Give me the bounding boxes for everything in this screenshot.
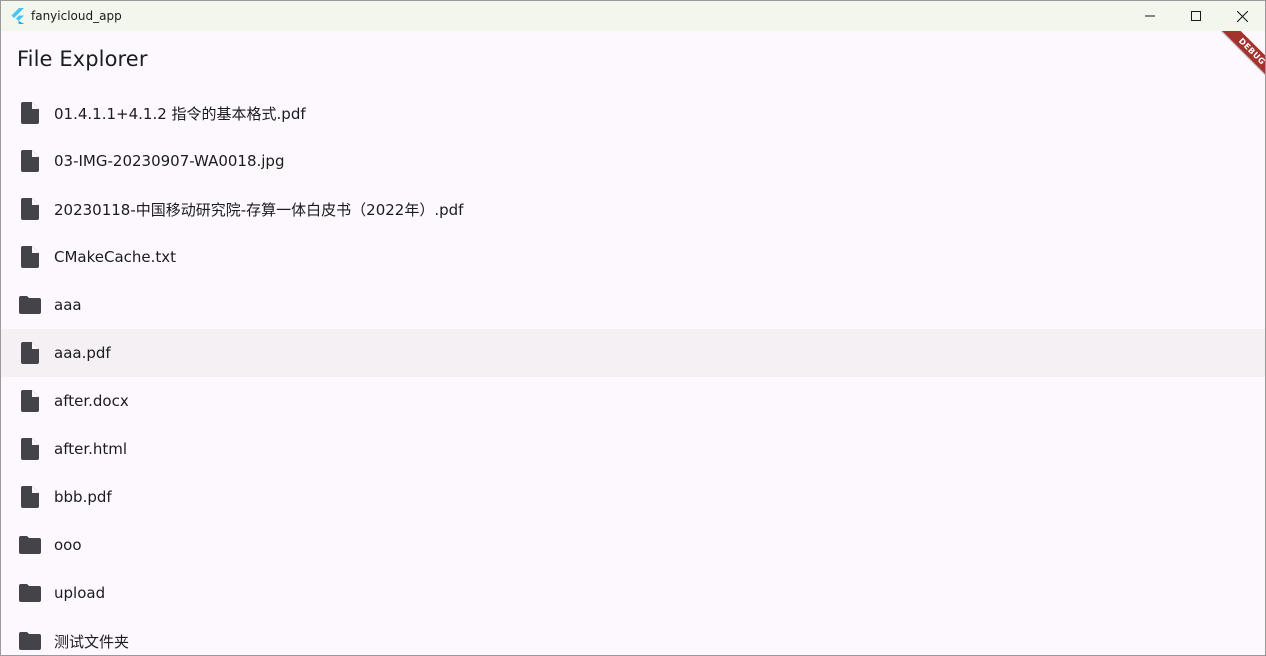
file-icon-glyph [21, 438, 39, 460]
file-icon [19, 102, 41, 124]
file-list: 01.4.1.1+4.1.2 指令的基本格式.pdf 03-IMG-2023090… [1, 89, 1265, 655]
file-list-item[interactable]: CMakeCache.txt [1, 233, 1265, 281]
folder-icon-glyph [19, 632, 41, 650]
window-controls [1127, 1, 1265, 31]
file-icon-glyph [21, 102, 39, 124]
minimize-icon [1145, 15, 1155, 17]
file-list-item[interactable]: 03-IMG-20230907-WA0018.jpg [1, 137, 1265, 185]
item-name: aaa [54, 296, 82, 314]
file-icon [19, 390, 41, 412]
file-list-item[interactable]: bbb.pdf [1, 473, 1265, 521]
folder-list-item[interactable]: upload [1, 569, 1265, 617]
file-list-item[interactable]: 01.4.1.1+4.1.2 指令的基本格式.pdf [1, 89, 1265, 137]
file-icon [19, 342, 41, 364]
debug-banner: DEBUG [1207, 31, 1265, 89]
file-icon [19, 438, 41, 460]
flutter-logo-icon [11, 8, 24, 24]
item-name: bbb.pdf [54, 488, 112, 506]
item-name: 03-IMG-20230907-WA0018.jpg [54, 152, 285, 170]
item-name: aaa.pdf [54, 344, 111, 362]
maximize-button[interactable] [1173, 1, 1219, 31]
close-button[interactable] [1219, 1, 1265, 31]
folder-icon-glyph [19, 296, 41, 314]
close-icon [1236, 10, 1248, 22]
window-title: fanyicloud_app [31, 9, 122, 23]
item-name: upload [54, 584, 106, 602]
item-name: 01.4.1.1+4.1.2 指令的基本格式.pdf [54, 104, 306, 123]
item-name: after.html [54, 440, 128, 458]
item-name: ooo [54, 536, 82, 554]
file-list-item[interactable]: after.html [1, 425, 1265, 473]
item-name: 测试文件夹 [54, 632, 130, 651]
minimize-button[interactable] [1127, 1, 1173, 31]
file-list-item[interactable]: 20230118-中国移动研究院-存算一体白皮书（2022年）.pdf [1, 185, 1265, 233]
file-icon-glyph [21, 150, 39, 172]
folder-icon-glyph [19, 584, 41, 602]
item-name: 20230118-中国移动研究院-存算一体白皮书（2022年）.pdf [54, 200, 464, 219]
folder-list-item[interactable]: ooo [1, 521, 1265, 569]
file-icon-glyph [21, 390, 39, 412]
folder-list-item[interactable]: aaa [1, 281, 1265, 329]
file-icon-glyph [21, 486, 39, 508]
file-list-item[interactable]: after.docx [1, 377, 1265, 425]
item-name: after.docx [54, 392, 129, 410]
folder-icon [19, 630, 41, 652]
folder-icon [19, 294, 41, 316]
app-window: fanyicloud_app DEBUG File Explorer 01.4.… [0, 0, 1266, 656]
page-title: File Explorer [17, 47, 148, 71]
file-icon-glyph [21, 198, 39, 220]
folder-icon [19, 582, 41, 604]
debug-banner-label: DEBUG [1215, 31, 1265, 88]
file-icon [19, 246, 41, 268]
file-list-item[interactable]: aaa.pdf [1, 329, 1265, 377]
file-icon-glyph [21, 246, 39, 268]
file-icon-glyph [21, 342, 39, 364]
file-icon [19, 150, 41, 172]
title-bar[interactable]: fanyicloud_app [1, 1, 1265, 31]
folder-icon [19, 534, 41, 556]
folder-icon-glyph [19, 536, 41, 554]
file-icon [19, 198, 41, 220]
folder-list-item[interactable]: 测试文件夹 [1, 617, 1265, 655]
maximize-icon [1191, 11, 1201, 21]
item-name: CMakeCache.txt [54, 248, 177, 266]
file-icon [19, 486, 41, 508]
